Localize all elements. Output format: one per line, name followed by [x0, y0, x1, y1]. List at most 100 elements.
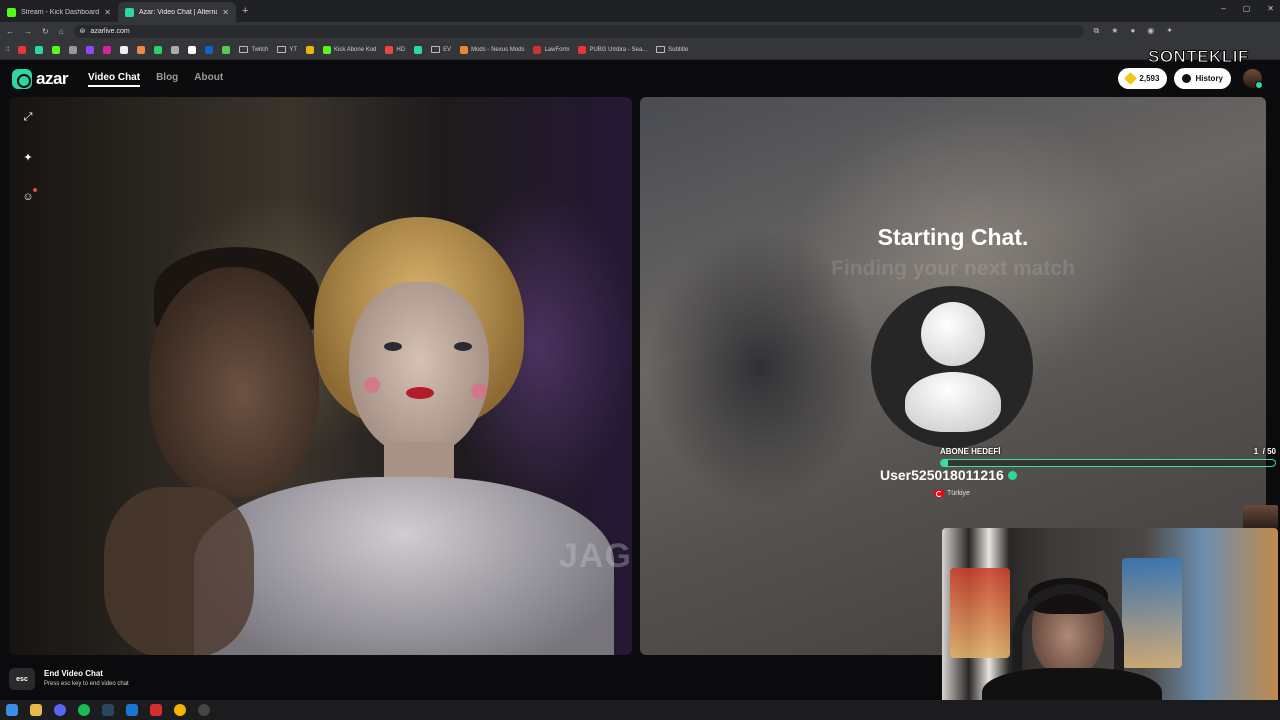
- chrome-icon[interactable]: [174, 704, 186, 716]
- status-subtitle: Finding your next match: [831, 257, 1075, 280]
- minimize-button[interactable]: –: [1221, 4, 1225, 13]
- end-chat-title: End Video Chat: [44, 669, 103, 678]
- bookmark-star-icon[interactable]: ★: [1111, 26, 1118, 36]
- hd-icon: [385, 45, 394, 54]
- folder-icon: [656, 46, 666, 53]
- address-bar[interactable]: ⊜ azarlive.com: [73, 24, 1084, 38]
- whatsapp-bookmark-icon[interactable]: [154, 45, 163, 54]
- turkey-flag-icon: [934, 490, 944, 497]
- bookmark-kick-abone-kod[interactable]: Kick Abone Kod: [323, 45, 376, 54]
- camera-tools: ⤢ ✦ ☺: [20, 109, 37, 205]
- bookmark-icon[interactable]: [306, 45, 315, 54]
- gems-button[interactable]: 2,593: [1118, 68, 1168, 89]
- white-shirt: [194, 477, 614, 655]
- tab-azar[interactable]: Azar: Video Chat | Alternati ✕: [118, 2, 236, 22]
- nexus-icon: [460, 45, 469, 54]
- url-text: azarlive.com: [90, 27, 130, 35]
- tab-title: Azar: Video Chat | Alternati: [139, 8, 218, 16]
- app-icon[interactable]: [150, 704, 162, 716]
- maximize-button[interactable]: ▢: [1243, 4, 1251, 13]
- install-app-icon[interactable]: ⧉: [1094, 26, 1100, 36]
- browser-toolbar: ← → ↻ ⌂ ⊜ azarlive.com ⧉ ★ ● ◉ ✦: [0, 22, 1280, 40]
- bookmark-pubg[interactable]: PUBG Umbra - Sea...: [578, 45, 648, 54]
- bookmark-lawform[interactable]: LawForm: [533, 45, 570, 54]
- bookmark-icon[interactable]: [35, 45, 44, 54]
- bookmark-icon[interactable]: [222, 45, 231, 54]
- apps-icon[interactable]: ⁞⁞: [6, 47, 9, 53]
- extension-icon[interactable]: ●: [1130, 26, 1135, 36]
- spotify-icon[interactable]: [78, 704, 90, 716]
- close-icon[interactable]: ✕: [222, 8, 229, 17]
- azar-logo[interactable]: azar: [12, 69, 69, 89]
- end-chat-subtitle: Press esc key to end video chat: [44, 681, 129, 687]
- bookmark-ev[interactable]: EV: [431, 46, 451, 53]
- bookmark-twitch[interactable]: Twitch: [239, 46, 268, 53]
- bookmark-icon[interactable]: [69, 45, 78, 54]
- bookmark-icon[interactable]: [171, 45, 180, 54]
- youtube-bookmark-icon[interactable]: [18, 45, 27, 54]
- bookmark-yt[interactable]: YT: [277, 46, 297, 53]
- status-title: Starting Chat.: [877, 224, 1029, 250]
- site-info-icon[interactable]: ⊜: [80, 27, 86, 35]
- header-actions: 2,593 History: [1118, 68, 1263, 89]
- kick-favicon-icon: [7, 7, 16, 17]
- bookmark-label: Subtitle: [668, 46, 689, 53]
- local-camera-feed: JAGERMAN: [9, 97, 632, 655]
- bookmark-label: PUBG Umbra - Sea...: [589, 46, 648, 53]
- bookmark-label: YT: [289, 46, 298, 53]
- back-icon[interactable]: ←: [6, 27, 14, 36]
- partner-username: User525018011216: [880, 467, 1017, 483]
- doll-cheek: [471, 383, 487, 399]
- nav-video-chat[interactable]: Video Chat: [88, 72, 141, 87]
- tumblr-bookmark-icon[interactable]: [137, 45, 146, 54]
- doll-eye: [454, 342, 472, 351]
- extension-icon[interactable]: ◉: [1147, 26, 1154, 36]
- goal-count: 1 / 50: [1254, 447, 1276, 456]
- kick-bookmark-icon[interactable]: [52, 45, 61, 54]
- goal-label: ABONE HEDEFİ: [940, 447, 1001, 456]
- effects-sparkle-icon[interactable]: ✦: [20, 149, 36, 165]
- app-icon[interactable]: [126, 704, 138, 716]
- tab-kick-dashboard[interactable]: Stream - Kick Dashboard ✕: [0, 2, 118, 22]
- bookmark-label: Mods - Nexus Mods: [471, 46, 525, 53]
- bookmark-subtitle[interactable]: Subtitle: [656, 46, 688, 53]
- esc-key-button[interactable]: esc: [9, 668, 35, 690]
- bookmark-icon[interactable]: [86, 45, 95, 54]
- bookmark-icon[interactable]: [188, 45, 197, 54]
- linkedin-bookmark-icon[interactable]: [205, 45, 214, 54]
- discord-icon[interactable]: [54, 704, 66, 716]
- bookmark-nexus-mods[interactable]: Mods - Nexus Mods: [460, 45, 525, 54]
- sticker-icon[interactable]: ☺: [20, 188, 37, 205]
- home-icon[interactable]: ⌂: [59, 27, 64, 36]
- reload-icon[interactable]: ↻: [42, 27, 49, 36]
- doll-cheek: [364, 377, 380, 393]
- person-face: [149, 267, 319, 497]
- nav-about[interactable]: About: [194, 72, 223, 87]
- bookmark-label: LawForm: [544, 46, 570, 53]
- close-icon[interactable]: ✕: [104, 8, 111, 17]
- file-explorer-icon[interactable]: [30, 704, 42, 716]
- window-controls: – ▢ ✕: [1221, 4, 1274, 13]
- avatar[interactable]: [1243, 69, 1263, 89]
- gem-icon: [1124, 72, 1138, 85]
- instagram-bookmark-icon[interactable]: [103, 45, 112, 54]
- windows-start-icon[interactable]: [6, 704, 18, 716]
- folder-icon: [431, 46, 441, 53]
- bookmark-icon[interactable]: [414, 45, 423, 54]
- goal-current: 1: [1253, 447, 1259, 456]
- expand-icon[interactable]: ⤢: [20, 109, 36, 125]
- forward-icon[interactable]: →: [24, 27, 32, 36]
- country-name: Türkiye: [947, 490, 970, 497]
- close-window-button[interactable]: ✕: [1267, 4, 1274, 13]
- cartoon-poster: [1122, 558, 1182, 668]
- nav-blog[interactable]: Blog: [156, 72, 178, 87]
- bookmark-hd[interactable]: HD: [385, 45, 405, 54]
- obs-icon[interactable]: [198, 704, 210, 716]
- main-nav: Video Chat Blog About: [88, 72, 223, 87]
- extensions-puzzle-icon[interactable]: ✦: [1166, 26, 1173, 36]
- history-button[interactable]: History: [1174, 68, 1231, 89]
- x-bookmark-icon[interactable]: [120, 45, 129, 54]
- partner-country: Türkiye: [934, 490, 970, 497]
- new-tab-button[interactable]: +: [242, 5, 248, 17]
- steam-icon[interactable]: [102, 704, 114, 716]
